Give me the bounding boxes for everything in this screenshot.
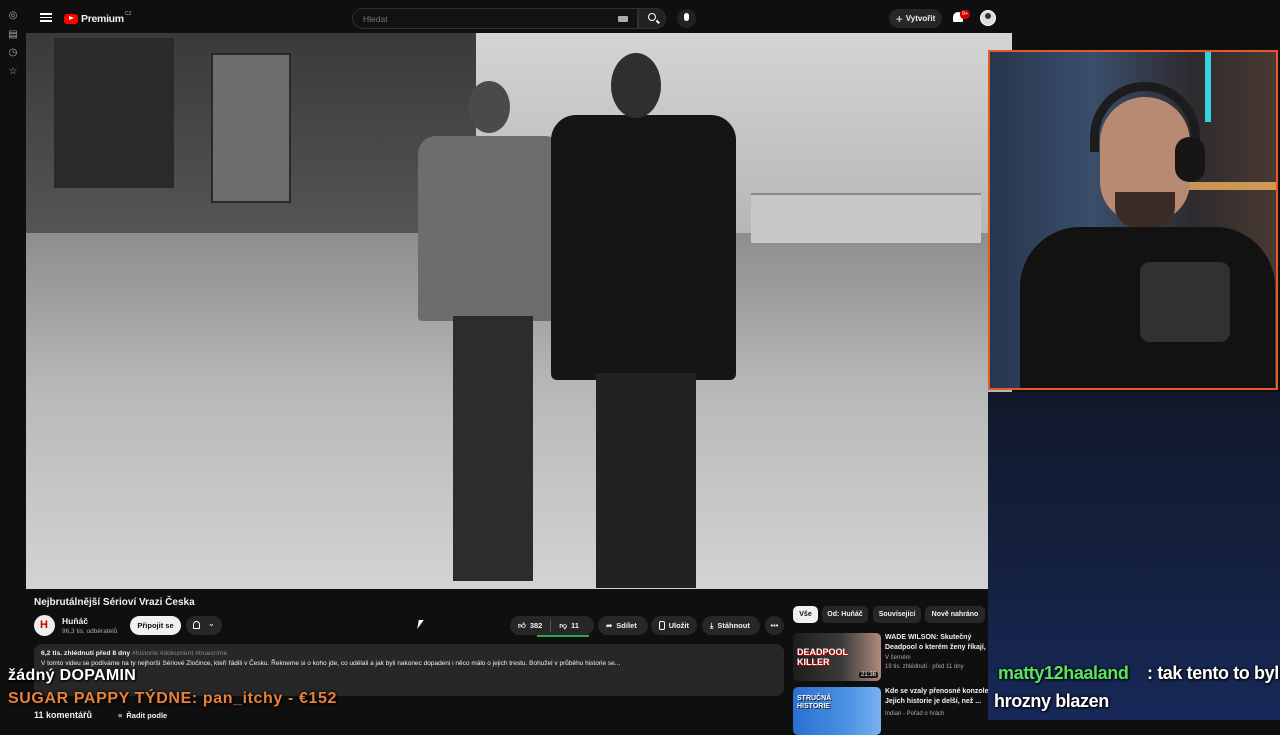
channel-subscribers: 96,3 tis. odběratelů: [62, 628, 118, 635]
history-icon[interactable]: ◷: [7, 47, 19, 59]
create-label: Vytvořit: [905, 14, 936, 23]
video-thumbnail[interactable]: DEADPOOL KILLER 21:36: [793, 633, 881, 681]
save-icon: [659, 621, 665, 630]
hamburger-icon[interactable]: [40, 11, 52, 23]
video-duration: 21:36: [858, 672, 878, 678]
chat-message: : tak tento to byl: [1147, 663, 1279, 683]
mic-button[interactable]: [677, 9, 696, 28]
recommended-title[interactable]: WADE WILSON: Skutečný Deadpool o kterém …: [885, 633, 995, 652]
thumbs-down-icon[interactable]: 👎︎: [559, 621, 567, 631]
recommended-video[interactable]: DEADPOOL KILLER 21:36 WADE WILSON: Skute…: [793, 633, 1013, 683]
subscriptions-icon[interactable]: ▤: [7, 29, 19, 41]
mic-icon: [684, 13, 689, 21]
search-box[interactable]: [352, 8, 638, 29]
share-label: Sdílet: [616, 621, 637, 630]
youtube-logo[interactable]: Premium CZ: [64, 10, 132, 25]
more-actions-button[interactable]: •••: [765, 616, 784, 635]
divider: [550, 619, 552, 632]
recommended-channel[interactable]: Indian - Pořad o hrách: [885, 711, 944, 717]
search-icon: [648, 13, 656, 21]
recommended-video[interactable]: STRUČNÁ HISTORIE Kde se vzaly přenosné k…: [793, 687, 1013, 735]
download-button[interactable]: ⤓ Stáhnout: [702, 616, 760, 635]
keyboard-icon[interactable]: [618, 16, 628, 22]
left-rail: ◎ ▤ ◷ ☆: [0, 0, 26, 720]
comments-count: 11 komentářů: [34, 710, 93, 720]
description-tags[interactable]: #historie #dokument #truecrime: [132, 650, 227, 657]
streamer-webcam: [988, 50, 1278, 390]
dislike-count: 11: [570, 621, 579, 630]
video-frame-person-left: [418, 81, 568, 581]
video-player[interactable]: [26, 33, 1012, 589]
save-button[interactable]: Uložit: [651, 616, 697, 635]
video-frame-door: [211, 53, 291, 203]
star-icon[interactable]: ☆: [7, 66, 19, 78]
notification-badge: 9+: [960, 10, 971, 19]
plus-icon: +: [895, 11, 903, 26]
share-button[interactable]: ➦ Sdílet: [598, 616, 648, 635]
like-count: 382: [529, 621, 543, 630]
video-title: Nejbrutálnější Sérioví Vrazi Česka: [34, 597, 195, 608]
view-count-date: 6,2 tis. zhlédnutí před 8 dny: [41, 650, 131, 657]
video-thumbnail[interactable]: STRUČNÁ HISTORIE: [793, 687, 881, 735]
download-icon: ⤓: [710, 620, 714, 630]
thumbnail-text: DEADPOOL KILLER: [797, 647, 848, 667]
chip-recently-uploaded[interactable]: Nově nahráno: [925, 606, 985, 623]
chevron-down-icon: ⌄: [208, 619, 215, 628]
logo-text: Premium: [81, 12, 124, 25]
logo-region: CZ: [124, 10, 132, 17]
search-button[interactable]: [638, 8, 666, 29]
channel-name[interactable]: Huňáč: [62, 616, 88, 626]
chat-message-continued: hrozny blazen: [994, 691, 1109, 711]
chat-username: matty12haaland: [998, 663, 1129, 683]
sort-comments-button[interactable]: Řadit podle: [118, 711, 167, 720]
stream-overlay-text: žádný DOPAMIN: [8, 667, 137, 684]
video-frame-person-right: [551, 53, 736, 588]
bell-icon: [193, 621, 200, 629]
search-input[interactable]: [361, 12, 601, 26]
create-button[interactable]: + Vytvořit: [889, 9, 942, 28]
recommended-title[interactable]: Kde se vzaly přenosné konzole? Jejich hi…: [885, 687, 995, 706]
description-meta: 6,2 tis. zhlédnutí před 8 dny #historie …: [41, 650, 227, 657]
recommended-meta: 19 tis. zhlédnutí · před 11 dny: [885, 664, 964, 670]
chip-all[interactable]: Vše: [793, 606, 818, 623]
thumbs-up-icon[interactable]: 👍︎: [518, 621, 526, 631]
youtube-play-icon: [64, 13, 78, 24]
channel-avatar[interactable]: [34, 615, 55, 636]
share-icon: ➦: [606, 621, 613, 630]
description-text: V tomto videu se podíváme na ty nejhorší…: [41, 660, 621, 667]
join-button[interactable]: Připojit se: [130, 616, 181, 635]
subscription-bell-button[interactable]: ⌄: [186, 616, 222, 635]
save-label: Uložit: [668, 621, 689, 630]
like-dislike-group[interactable]: 👍︎ 382 👎︎ 11: [510, 616, 594, 635]
account-avatar[interactable]: [980, 10, 996, 26]
home-icon[interactable]: ◎: [7, 10, 19, 22]
download-label: Stáhnout: [717, 621, 750, 630]
chip-related[interactable]: Související: [873, 606, 921, 623]
thumbnail-text: STRUČNÁ HISTORIE: [797, 695, 832, 710]
mouse-cursor: [417, 620, 424, 629]
stream-overlay-donation: SUGAR PAPPY TÝDNE: pan_itchy - €152: [8, 690, 337, 707]
chip-from-channel[interactable]: Od: Huňáč: [822, 606, 868, 623]
video-frame-bench: [751, 193, 981, 243]
like-highlight-bar: [537, 635, 589, 637]
recommended-channel[interactable]: V černém: [885, 655, 911, 661]
video-frame-shed: [54, 38, 174, 188]
